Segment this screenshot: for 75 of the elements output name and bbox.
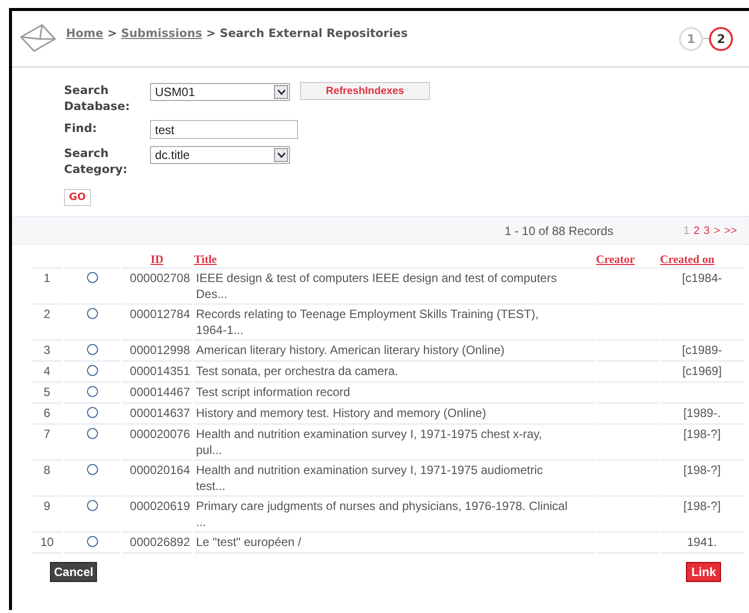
table-cell: 000020164 [130, 463, 190, 477]
find-input[interactable]: test [150, 120, 298, 139]
page-link[interactable]: > [714, 224, 720, 236]
row-number: 2 [44, 307, 50, 321]
table-cell: 000002708 [130, 271, 190, 285]
table-cell: Records relating to Teenage Employment Skills Training (TEST), 1964-1... [196, 307, 539, 337]
table-cell: 000020619 [130, 499, 190, 513]
table-cell: 000012784 [130, 307, 190, 321]
database-dropdown[interactable]: USM01 [150, 83, 290, 101]
radio-button[interactable] [86, 464, 98, 475]
records-summary: 1 - 10 of 88 Records [504, 224, 614, 238]
page-link[interactable]: 3 [704, 224, 710, 236]
row-number: 5 [44, 385, 50, 399]
breadcrumb-separator: > [107, 26, 117, 40]
breadcrumb-separator: > [206, 26, 216, 40]
row-number: 8 [44, 463, 50, 477]
breadcrumb-link[interactable]: Home [66, 26, 104, 40]
column-header[interactable]: Creator [596, 254, 635, 266]
go-button[interactable]: GO [64, 189, 91, 206]
table-cell: [198-?] [683, 463, 721, 477]
table-cell: [c1984- [682, 271, 722, 285]
category-dropdown[interactable]: dc.title [150, 146, 290, 164]
table-cell: 000014637 [130, 406, 190, 420]
row-number: 9 [44, 499, 50, 513]
row-number: 6 [44, 406, 50, 420]
row-number: 1 [44, 271, 50, 285]
table-cell: 000020076 [130, 427, 190, 441]
table-cell: Health and nutrition examination survey I, 1971-1975 audiometric test... [196, 463, 543, 493]
row-number: 4 [44, 364, 50, 378]
radio-button[interactable] [86, 536, 98, 547]
step-indicator: 1 [679, 26, 703, 50]
table-cell: Test sonata, per orchestra da camera. [196, 364, 398, 378]
field-label: Find: [64, 120, 98, 136]
radio-button[interactable] [86, 344, 98, 355]
row-number: 7 [44, 427, 50, 441]
link-button[interactable]: Link [686, 562, 721, 582]
radio-button[interactable] [86, 386, 98, 397]
radio-button[interactable] [86, 308, 98, 319]
table-cell: [c1969] [682, 364, 722, 378]
cancel-button[interactable]: Cancel [50, 562, 98, 582]
table-cell: Test script information record [196, 385, 350, 399]
page-title: Search External Repositories [220, 26, 408, 40]
refresh-indexes-button[interactable]: RefreshIndexes [300, 82, 430, 100]
radio-button[interactable] [86, 428, 98, 439]
table-cell: 000014351 [130, 364, 190, 378]
breadcrumb-link[interactable]: Submissions [120, 26, 202, 40]
table-cell: Le "test" européen / [196, 535, 302, 549]
table-cell: 1941. [686, 535, 718, 549]
radio-button[interactable] [86, 407, 98, 418]
column-header[interactable]: ID [150, 254, 164, 266]
table-cell: 000012998 [130, 343, 190, 357]
table-cell: American literary history. American literary history (Online) [196, 343, 505, 357]
radio-button[interactable] [86, 500, 98, 511]
table-cell: [c1989- [682, 343, 722, 357]
envelope-icon [18, 23, 58, 53]
page-link[interactable]: >> [724, 224, 737, 236]
step-indicator: 2 [709, 26, 733, 50]
row-number: 3 [44, 343, 50, 357]
table-cell: 000014467 [130, 385, 190, 399]
table-cell: 000026892 [130, 535, 190, 549]
table-cell: IEEE design & test of computers IEEE design and test of computers Des... [196, 271, 557, 301]
table-cell: [1989-. [683, 406, 721, 420]
table-cell: [198-?] [683, 427, 721, 441]
table-cell: History and memory test. History and memory (Online) [196, 406, 486, 420]
radio-button[interactable] [86, 365, 98, 376]
table-cell: Primary care judgments of nurses and physicians, 1976-1978. Clinical ... [196, 499, 568, 529]
column-header[interactable]: Title [194, 254, 217, 266]
field-label: Search Category: [64, 145, 128, 177]
field-label: Search Database: [64, 82, 131, 114]
page-link[interactable]: 2 [693, 224, 700, 236]
table-cell: [198-?] [683, 499, 721, 513]
radio-button[interactable] [86, 272, 98, 283]
table-cell: Health and nutrition examination survey I, 1971-1975 chest x-ray, pul... [196, 427, 542, 457]
column-header[interactable]: Created on [660, 254, 714, 266]
row-number: 10 [40, 535, 54, 549]
